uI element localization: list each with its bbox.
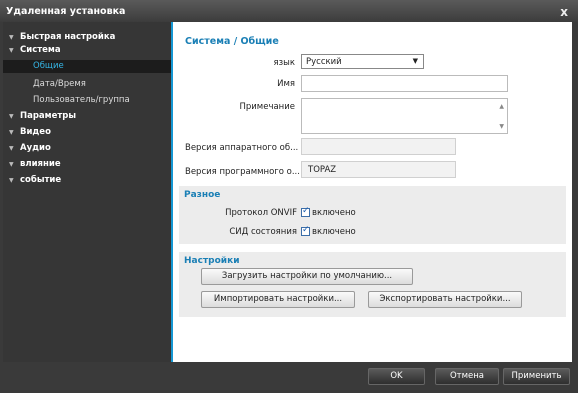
software-version-field: TOPAZ xyxy=(301,161,456,178)
sidebar-item-label: Аудио xyxy=(20,143,51,153)
hardware-version-field xyxy=(301,138,456,155)
sidebar-subitem-date-time[interactable]: Дата/Время xyxy=(3,78,171,91)
note-textarea[interactable]: ▲ ▼ xyxy=(301,98,508,134)
sidebar-item-audio[interactable]: ▼ Аудио xyxy=(3,142,171,155)
hardware-version-label: Версия аппаратного об... xyxy=(185,143,299,153)
apply-button[interactable]: Применить xyxy=(503,368,570,385)
misc-section: Разное Протокол ONVIF ✓ включено СИД сос… xyxy=(179,186,566,244)
sidebar-item-system[interactable]: ▼ Система xyxy=(3,44,171,57)
settings-section: Настройки Загрузить настройки по умолчан… xyxy=(179,252,566,317)
settings-heading: Настройки xyxy=(184,256,240,266)
scroll-down-icon[interactable]: ▼ xyxy=(499,123,504,130)
sidebar-item-label: Параметры xyxy=(20,111,77,121)
name-label: Имя xyxy=(277,79,295,89)
led-value: включено xyxy=(312,227,356,237)
sidebar: ▼ Быстрая настройка ▼ Система Общие Дата… xyxy=(3,22,171,362)
sidebar-item-label: влияние xyxy=(20,159,61,169)
window-title: Удаленная установка xyxy=(6,6,126,17)
page-title: Система / Общие xyxy=(185,36,279,47)
onvif-label: Протокол ONVIF xyxy=(225,208,297,218)
accent-bar xyxy=(171,22,173,362)
triangle-down-icon: ▼ xyxy=(9,177,14,184)
onvif-value: включено xyxy=(312,208,356,218)
sidebar-subitem-user-group[interactable]: Пользователь/группа xyxy=(3,94,171,107)
sidebar-item-video[interactable]: ▼ Видео xyxy=(3,126,171,139)
sidebar-subitem-general[interactable]: Общие xyxy=(3,60,171,73)
ok-button[interactable]: OK xyxy=(368,368,425,385)
language-value: Русский xyxy=(306,57,342,67)
led-checkbox[interactable]: ✓ xyxy=(301,225,310,236)
triangle-down-icon: ▼ xyxy=(9,47,14,54)
sidebar-subitem-label: Пользователь/группа xyxy=(33,95,130,105)
note-label: Примечание xyxy=(239,102,296,112)
triangle-down-icon: ▼ xyxy=(9,34,14,41)
onvif-checkbox[interactable]: ✓ xyxy=(301,206,310,217)
triangle-down-icon: ▼ xyxy=(9,145,14,152)
sidebar-item-influence[interactable]: ▼ влияние xyxy=(3,158,171,171)
triangle-down-icon: ▼ xyxy=(9,161,14,168)
led-label: СИД состояния xyxy=(229,227,297,237)
software-version-value: TOPAZ xyxy=(308,165,337,175)
language-select[interactable]: Русский ▼ xyxy=(301,54,424,69)
software-version-label: Версия программного о... xyxy=(185,167,300,177)
sidebar-item-label: Быстрая настройка xyxy=(20,32,116,42)
misc-heading: Разное xyxy=(184,190,221,200)
title-bar: Удаленная установка x xyxy=(0,0,578,22)
check-icon: ✓ xyxy=(302,225,310,235)
close-icon[interactable]: x xyxy=(560,5,568,19)
sidebar-item-label: Система xyxy=(20,45,61,55)
scroll-up-icon[interactable]: ▲ xyxy=(499,103,504,110)
sidebar-item-quick-setup[interactable]: ▼ Быстрая настройка xyxy=(3,31,171,44)
import-settings-button[interactable]: Импортировать настройки... xyxy=(201,291,355,308)
triangle-down-icon: ▼ xyxy=(9,129,14,136)
cancel-button[interactable]: Отмена xyxy=(435,368,499,385)
chevron-down-icon: ▼ xyxy=(412,57,418,65)
export-settings-button[interactable]: Экспортировать настройки... xyxy=(368,291,522,308)
remote-setup-window: Удаленная установка x ▼ Быстрая настройк… xyxy=(0,0,578,393)
load-defaults-button[interactable]: Загрузить настройки по умолчанию... xyxy=(201,268,413,285)
sidebar-item-label: Видео xyxy=(20,127,51,137)
language-label: язык xyxy=(273,58,295,68)
sidebar-subitem-label: Общие xyxy=(33,61,64,71)
main-panel: Система / Общие язык Русский ▼ Имя Приме… xyxy=(171,22,572,362)
check-icon: ✓ xyxy=(302,206,310,216)
triangle-down-icon: ▼ xyxy=(9,113,14,120)
sidebar-item-label: событие xyxy=(20,175,62,185)
footer: OK Отмена Применить xyxy=(0,362,578,393)
sidebar-item-event[interactable]: ▼ событие xyxy=(3,174,171,187)
sidebar-subitem-label: Дата/Время xyxy=(33,79,86,89)
name-input[interactable] xyxy=(301,75,508,92)
sidebar-item-parameters[interactable]: ▼ Параметры xyxy=(3,110,171,123)
